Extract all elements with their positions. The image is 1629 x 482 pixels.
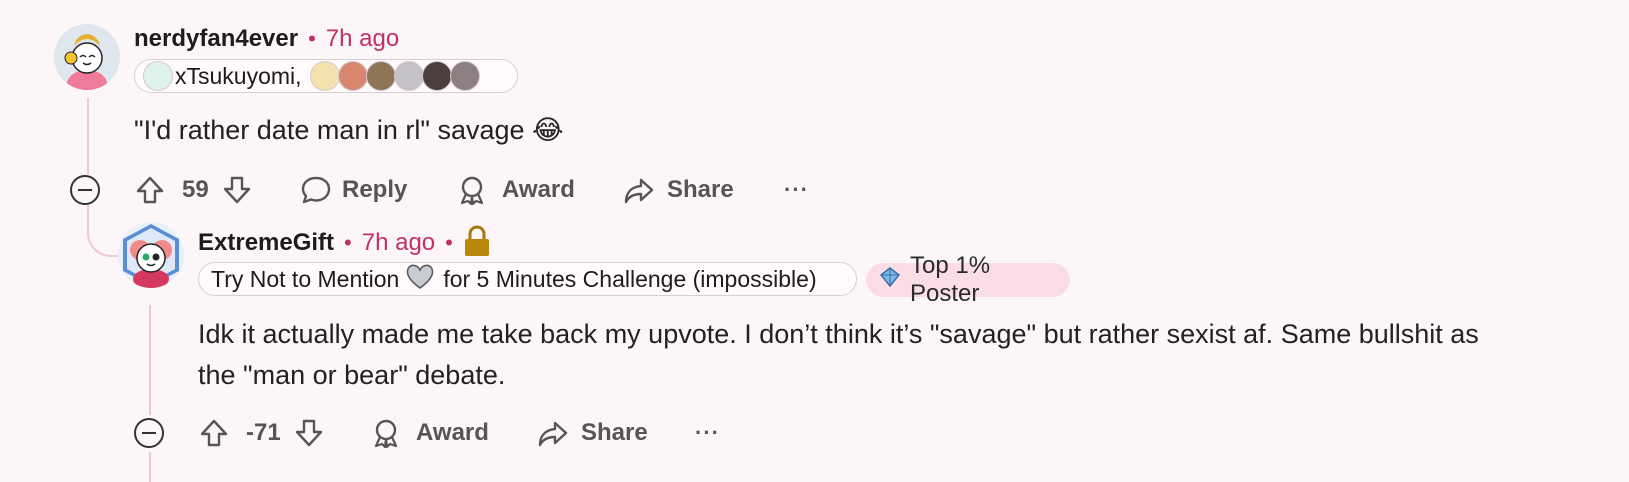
separator: • — [308, 26, 316, 51]
username[interactable]: ExtremeGift — [198, 229, 334, 257]
award-label: Award — [502, 176, 575, 203]
username[interactable]: nerdyfan4ever — [134, 25, 298, 53]
upvote-icon[interactable] — [134, 174, 166, 206]
user-flair: xTsukuyomi, — [134, 59, 518, 93]
reply-button[interactable]: Reply — [300, 170, 407, 210]
share-icon — [537, 417, 569, 449]
flair-emoji-icon — [421, 61, 452, 91]
flair-emoji-icon — [393, 61, 424, 91]
award-icon — [456, 174, 488, 206]
share-label: Share — [581, 419, 648, 446]
diamond-icon — [878, 265, 902, 296]
flair-emoji-icon — [309, 61, 340, 91]
thread-line-1[interactable] — [87, 98, 89, 174]
more-options-button[interactable]: ··· — [695, 413, 720, 453]
comment-body: "I'd rather date man in rl" savage 😂 — [134, 115, 564, 145]
flair-emoji-icon — [143, 61, 173, 91]
share-button[interactable]: Share — [623, 170, 734, 210]
thread-line-2b[interactable] — [149, 452, 151, 482]
lock-icon — [463, 225, 491, 262]
collapse-button[interactable] — [134, 418, 164, 448]
flair-emoji-icon — [449, 61, 480, 91]
timestamp[interactable]: 7h ago — [326, 25, 399, 53]
award-label: Award — [416, 419, 489, 446]
avatar[interactable] — [54, 24, 120, 90]
flair-emoji-icon — [365, 61, 396, 91]
avatar[interactable] — [118, 222, 184, 288]
status-badge: Top 1% Poster — [866, 252, 1070, 307]
flair-text-before: Try Not to Mention — [211, 265, 400, 292]
vote-count: 59 — [182, 176, 209, 203]
comment-body: Idk it actually made me take back my upv… — [198, 319, 1479, 390]
badge-text: Top 1% Poster — [910, 252, 991, 307]
vote-count: -71 — [246, 419, 281, 446]
award-button[interactable]: Award — [370, 413, 489, 453]
flair-text-after: for 5 Minutes Challenge (impossible) — [443, 265, 817, 292]
award-button[interactable]: Award — [456, 170, 575, 210]
downvote-icon[interactable] — [293, 417, 325, 449]
share-label: Share — [667, 176, 734, 203]
more-icon: ··· — [784, 177, 809, 202]
thread-connector — [87, 205, 121, 257]
separator: • — [344, 230, 352, 255]
timestamp[interactable]: 7h ago — [362, 229, 435, 257]
more-icon: ··· — [695, 420, 720, 445]
share-icon — [623, 174, 655, 206]
thread-line-2[interactable] — [149, 305, 151, 415]
reply-icon — [300, 174, 332, 206]
upvote-icon[interactable] — [198, 417, 230, 449]
share-button[interactable]: Share — [537, 413, 648, 453]
flair-heart-icon — [405, 261, 435, 297]
reply-label: Reply — [342, 176, 408, 203]
user-flair: Try Not to Mention for 5 Minutes Challen… — [198, 262, 857, 296]
separator: • — [445, 230, 453, 255]
more-options-button[interactable]: ··· — [784, 170, 809, 210]
award-icon — [370, 417, 402, 449]
downvote-icon[interactable] — [221, 174, 253, 206]
collapse-button[interactable] — [70, 175, 100, 205]
flair-text: xTsukuyomi, — [175, 62, 302, 89]
flair-emoji-icon — [337, 61, 368, 91]
